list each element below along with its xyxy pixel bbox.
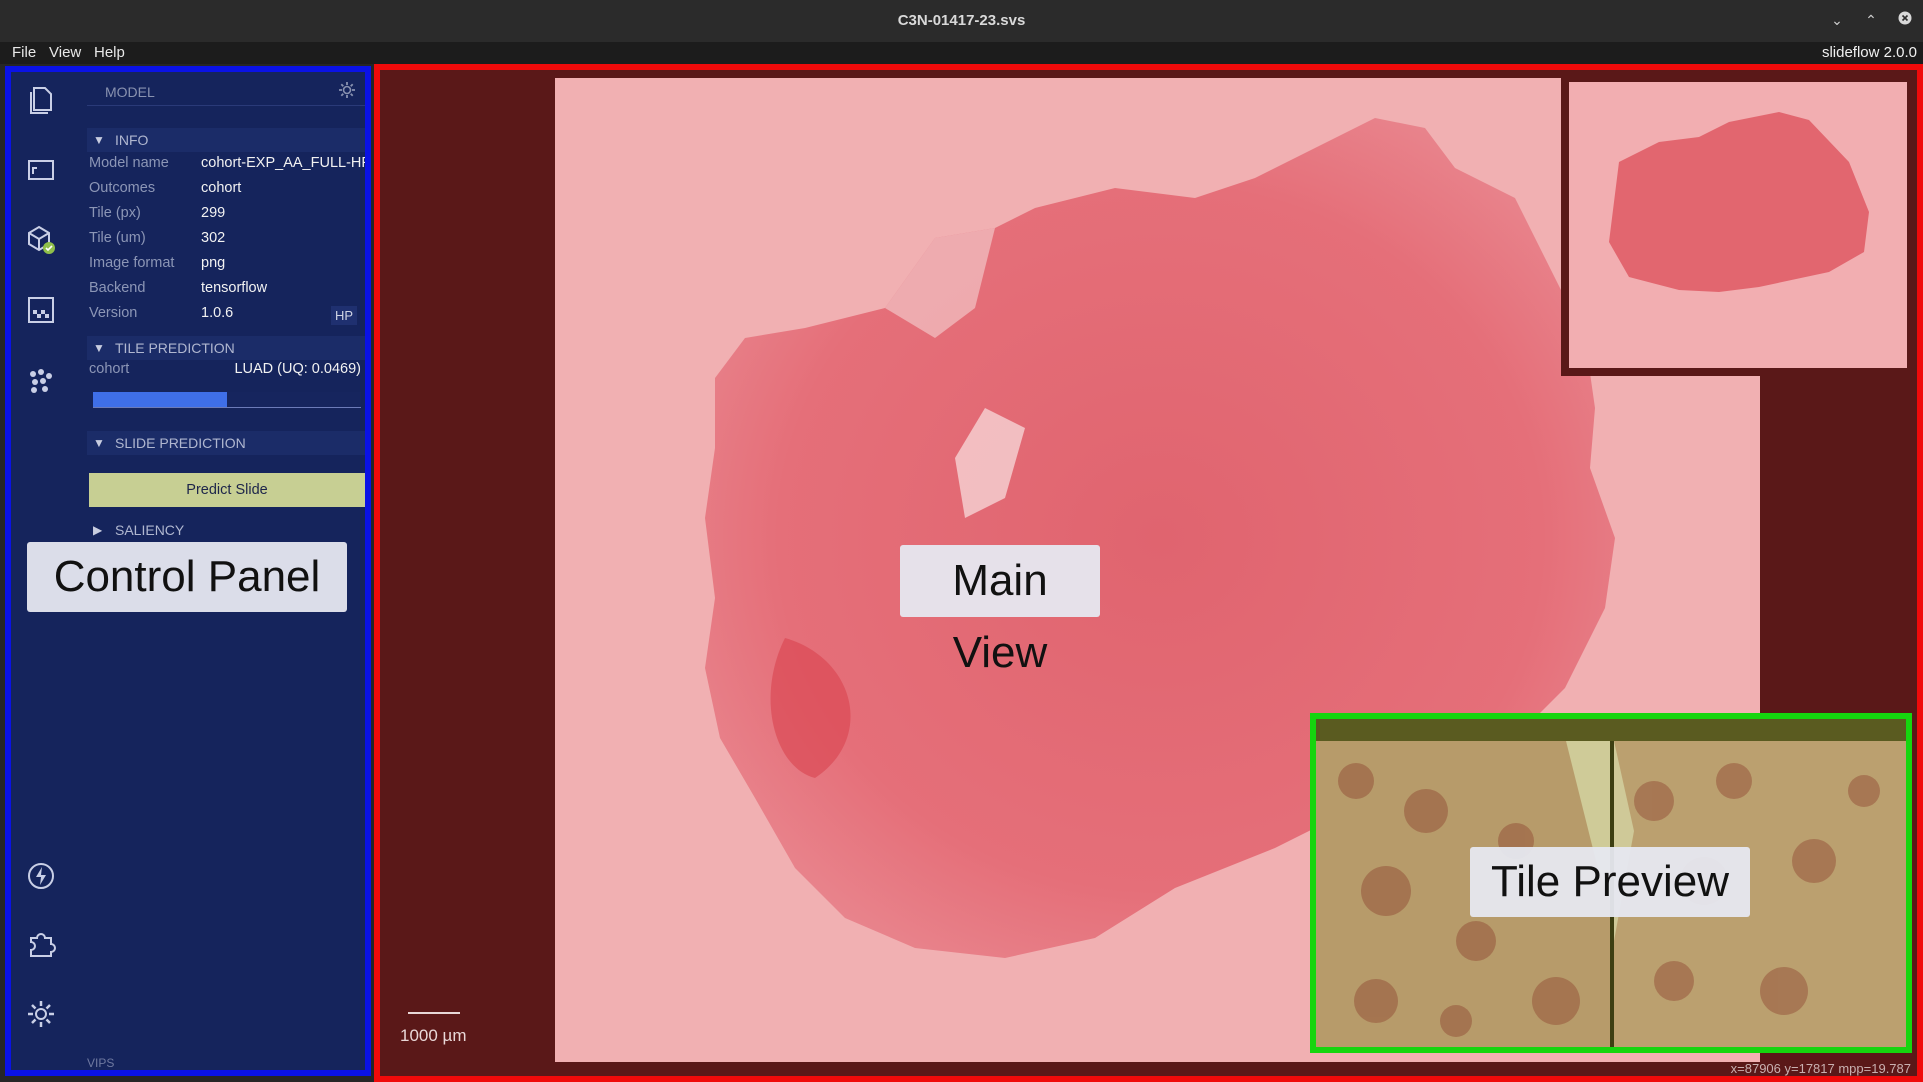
maximize-icon[interactable]: ⌃: [1862, 11, 1880, 29]
info-row-tile-um: Tile (um) 302: [89, 228, 365, 248]
saliency-section-header[interactable]: ▶ SALIENCY: [87, 518, 365, 542]
main-view[interactable]: Main View Tile Preview 1000 µm x=87906 y…: [374, 64, 1923, 1082]
thumbnail-image: [1569, 82, 1907, 368]
tile-preview-label: Tile Preview: [1470, 847, 1750, 917]
info-header-label: INFO: [115, 132, 149, 148]
files-icon[interactable]: [25, 84, 57, 116]
backend-footer: VIPS: [87, 1056, 115, 1070]
main-view-label: Main View: [900, 545, 1100, 677]
tile-prediction-bar-fill: [93, 392, 227, 407]
slide-view-icon[interactable]: [25, 154, 57, 186]
info-section-header[interactable]: ▼ INFO: [87, 128, 365, 152]
tile-prediction-label: cohort: [89, 361, 130, 377]
scale-label: 1000 µm: [400, 1026, 467, 1045]
slide-prediction-header-label: SLIDE PREDICTION: [115, 435, 246, 451]
tile-preview-header: [1316, 719, 1906, 741]
tile-prediction-value: LUAD (UQ: 0.0469): [234, 361, 361, 377]
info-row-backend: Backend tensorflow: [89, 278, 365, 298]
expand-arrow-icon: ▶: [93, 523, 103, 537]
model-settings-icon[interactable]: [337, 80, 357, 100]
saliency-header-label: SALIENCY: [115, 522, 185, 538]
slide-thumbnail[interactable]: [1561, 74, 1915, 376]
close-icon[interactable]: [1896, 11, 1914, 29]
tile-preview[interactable]: Tile Preview: [1310, 713, 1912, 1053]
plugin-icon[interactable]: [25, 928, 57, 960]
control-panel-label: Control Panel: [27, 542, 347, 612]
model-section-header: MODEL: [87, 78, 365, 106]
info-value: cohort: [201, 180, 242, 196]
collapse-arrow-icon: ▼: [93, 133, 105, 147]
window-title: C3N-01417-23.svs: [897, 12, 1026, 29]
heatmap-icon[interactable]: [25, 294, 57, 326]
minimize-icon[interactable]: ⌄: [1828, 11, 1846, 29]
scale-bar: [408, 1012, 460, 1014]
info-value: 299: [201, 205, 226, 221]
menu-help[interactable]: Help: [94, 44, 125, 61]
info-row-tile-px: Tile (px) 299: [89, 203, 365, 223]
menu-file[interactable]: File: [12, 44, 36, 61]
tile-prediction-bar: [93, 392, 361, 408]
tile-prediction-row: cohort LUAD (UQ: 0.0469): [89, 361, 361, 381]
info-value: png: [201, 255, 226, 271]
mosaic-icon[interactable]: [25, 364, 57, 396]
predict-slide-button[interactable]: Predict Slide: [89, 473, 365, 507]
info-key: Image format: [89, 255, 175, 271]
info-key: Backend: [89, 280, 146, 296]
info-value: 302: [201, 230, 226, 246]
app-version: slideflow 2.0.0: [1821, 44, 1917, 61]
collapse-arrow-icon: ▼: [93, 436, 105, 450]
info-value: cohort-EXP_AA_FULL-HP0: [201, 155, 365, 171]
info-row-image-format: Image format png: [89, 253, 365, 273]
info-key: Model name: [89, 155, 169, 171]
info-row-version: Version 1.0.6: [89, 303, 365, 323]
info-key: Outcomes: [89, 180, 156, 196]
model-icon[interactable]: [25, 224, 57, 256]
title-bar: C3N-01417-23.svs ⌄ ⌃: [0, 0, 1923, 42]
coordinate-status: x=87906 y=17817 mpp=19.787: [1730, 1061, 1911, 1076]
info-value: tensorflow: [201, 280, 268, 296]
menu-view[interactable]: View: [49, 44, 81, 61]
info-key: Tile (px): [89, 205, 141, 221]
info-key: Version: [89, 305, 138, 321]
tile-prediction-section-header[interactable]: ▼ TILE PREDICTION: [87, 336, 365, 360]
collapse-arrow-icon: ▼: [93, 341, 105, 355]
menu-bar: File View Help slideflow 2.0.0: [0, 42, 1923, 64]
control-panel: MODEL ▼ INFO Model name cohort-EXP_AA_FU…: [5, 66, 371, 1076]
slide-prediction-section-header[interactable]: ▼ SLIDE PREDICTION: [87, 431, 365, 455]
settings-icon[interactable]: [25, 998, 57, 1030]
info-key: Tile (um): [89, 230, 146, 246]
info-row-model-name: Model name cohort-EXP_AA_FULL-HP0: [89, 153, 365, 173]
info-row-outcomes: Outcomes cohort: [89, 178, 365, 198]
hp-badge-button[interactable]: HP: [330, 306, 357, 325]
tile-prediction-header-label: TILE PREDICTION: [115, 340, 235, 356]
extensions-icon[interactable]: [25, 860, 57, 892]
